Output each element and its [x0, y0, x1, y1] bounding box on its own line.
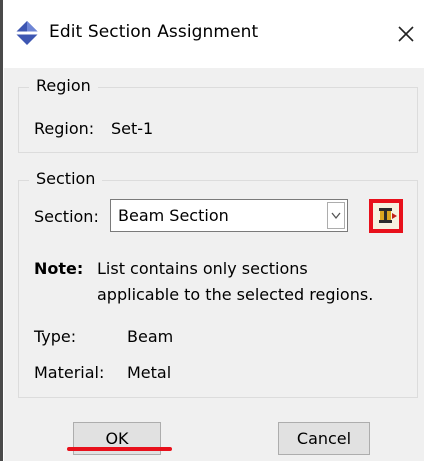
section-select-value: Beam Section — [118, 206, 229, 225]
dropdown-arrow-button[interactable] — [327, 202, 345, 229]
material-label: Material: — [34, 363, 105, 382]
cancel-button[interactable]: Cancel — [278, 422, 370, 455]
material-value: Metal — [127, 363, 172, 382]
section-select[interactable]: Beam Section — [110, 199, 348, 232]
create-section-icon — [379, 208, 397, 223]
section-legend: Section — [29, 169, 103, 188]
chevron-down-icon — [331, 212, 341, 220]
type-label: Type: — [34, 327, 77, 346]
dialog-title: Edit Section Assignment — [49, 22, 259, 42]
note-label: Note: — [34, 259, 84, 278]
note-line-1: List contains only sections — [97, 259, 308, 278]
region-value: Set-1 — [111, 119, 154, 138]
section-label: Section: — [34, 207, 99, 226]
window-left-edge — [0, 0, 3, 461]
title-bar: Edit Section Assignment — [4, 0, 424, 68]
create-section-button[interactable] — [369, 199, 403, 233]
note-line-2: applicable to the selected regions. — [97, 285, 374, 304]
close-icon[interactable] — [388, 16, 424, 52]
type-value: Beam — [127, 327, 174, 346]
abaqus-diamond-icon — [15, 21, 39, 45]
region-label: Region: — [34, 119, 95, 138]
region-legend: Region — [29, 76, 98, 95]
ok-highlight-underline — [67, 447, 172, 451]
